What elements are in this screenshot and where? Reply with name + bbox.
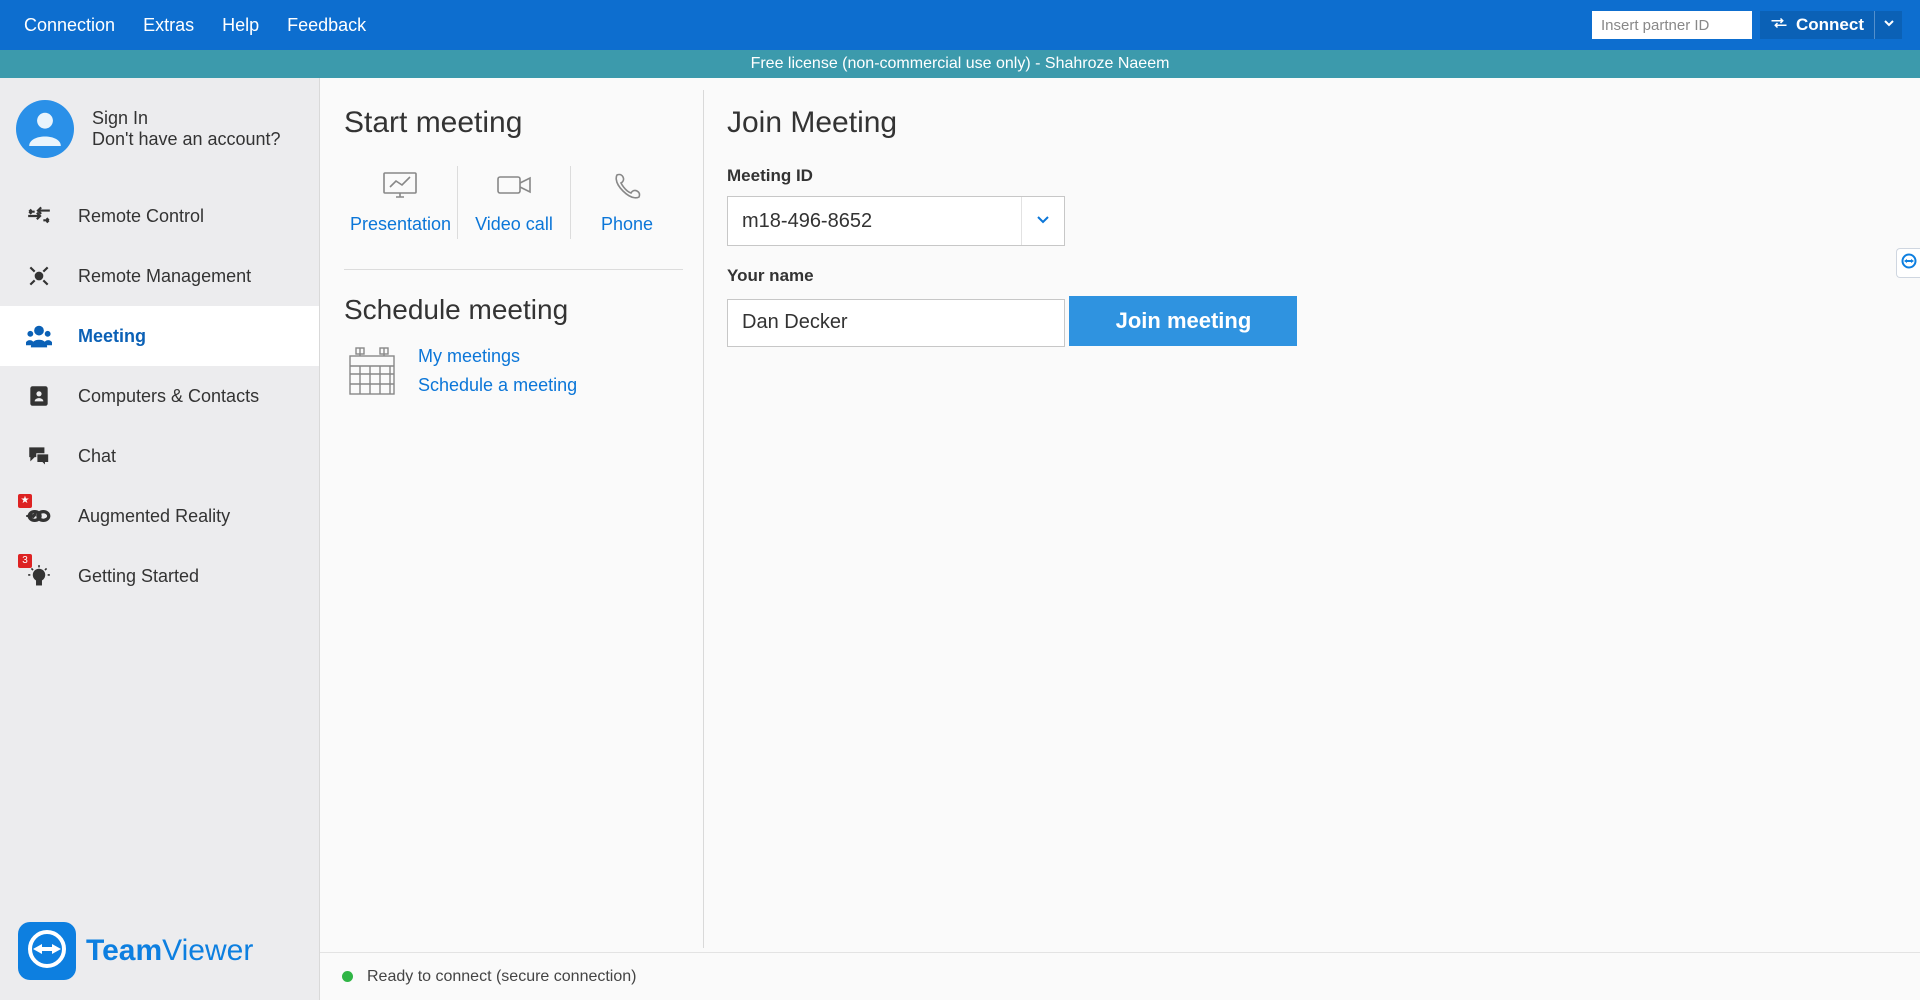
menu-extras[interactable]: Extras	[143, 15, 194, 36]
brand-bold: Team	[86, 934, 162, 967]
join-meeting-title: Join Meeting	[727, 106, 1900, 140]
new-badge: ★	[18, 494, 32, 508]
schedule-meeting-link[interactable]: Schedule a meeting	[418, 375, 577, 396]
sign-in-link[interactable]: Sign In	[92, 108, 281, 129]
menu-connection[interactable]: Connection	[24, 15, 115, 36]
start-presentation-label: Presentation	[350, 214, 451, 235]
divider	[344, 269, 683, 270]
menubar: Connection Extras Help Feedback Connect	[0, 0, 1920, 50]
start-phone-label: Phone	[601, 214, 653, 235]
your-name-label: Your name	[727, 266, 1900, 286]
schedule-block: My meetings Schedule a meeting	[344, 344, 683, 405]
count-badge: 3	[18, 554, 32, 568]
presentation-icon	[380, 169, 420, 206]
nav-label: Chat	[78, 446, 116, 467]
start-options: Presentation Video call Phone	[344, 166, 683, 239]
connect-button[interactable]: Connect	[1760, 11, 1874, 39]
nav-label: Remote Control	[78, 206, 204, 227]
start-presentation[interactable]: Presentation	[344, 166, 457, 239]
panel-join-meeting: Join Meeting Meeting ID Your name Join m…	[703, 78, 1920, 1000]
meeting-id-dropdown-button[interactable]	[1021, 197, 1064, 245]
menu-feedback[interactable]: Feedback	[287, 15, 366, 36]
partner-id-input[interactable]	[1592, 11, 1752, 39]
phone-icon	[607, 169, 647, 206]
no-account-link[interactable]: Don't have an account?	[92, 129, 281, 150]
arrows-icon	[24, 201, 54, 231]
panels: Start meeting Presentation Video call	[320, 78, 1920, 1000]
nav-computers-contacts[interactable]: Computers & Contacts	[0, 366, 319, 426]
start-video-call[interactable]: Video call	[457, 166, 570, 239]
schedule-links: My meetings Schedule a meeting	[418, 344, 577, 405]
nav-remote-management[interactable]: Remote Management	[0, 246, 319, 306]
menu-help[interactable]: Help	[222, 15, 259, 36]
status-dot-icon	[342, 971, 353, 982]
user-icon	[26, 108, 64, 151]
brand-name: TeamViewer	[86, 934, 253, 968]
teamviewer-logo-icon	[27, 929, 67, 974]
connect-dropdown-button[interactable]	[1874, 11, 1902, 39]
account-block: Sign In Don't have an account?	[0, 78, 319, 180]
teamviewer-mini-icon	[1901, 253, 1917, 274]
connect-button-label: Connect	[1796, 15, 1864, 35]
nav-augmented-reality[interactable]: ★ Augmented Reality	[0, 486, 319, 546]
sidebar: Sign In Don't have an account? Remote Co…	[0, 78, 320, 1000]
start-phone[interactable]: Phone	[570, 166, 683, 239]
chevron-down-icon	[1035, 211, 1051, 232]
account-text: Sign In Don't have an account?	[92, 108, 281, 150]
menubar-right: Connect	[1592, 11, 1902, 39]
status-text: Ready to connect (secure connection)	[367, 968, 636, 986]
join-meeting-button[interactable]: Join meeting	[1069, 296, 1297, 346]
meeting-id-combo	[727, 196, 1065, 246]
nav-getting-started[interactable]: 3 Getting Started	[0, 546, 319, 606]
side-panel-toggle[interactable]	[1896, 248, 1920, 278]
chat-icon	[24, 441, 54, 471]
brand-light: Viewer	[162, 934, 253, 967]
video-icon	[494, 169, 534, 206]
menubar-left: Connection Extras Help Feedback	[24, 15, 366, 36]
swap-arrows-icon	[1770, 15, 1788, 35]
nav-chat[interactable]: Chat	[0, 426, 319, 486]
people-icon	[24, 321, 54, 351]
my-meetings-link[interactable]: My meetings	[418, 346, 577, 367]
nav-remote-control[interactable]: Remote Control	[0, 186, 319, 246]
status-bar: Ready to connect (secure connection)	[320, 952, 1920, 1000]
address-book-icon	[24, 381, 54, 411]
meeting-id-input[interactable]	[728, 197, 1021, 245]
expand-icon	[24, 261, 54, 291]
nav-meeting[interactable]: Meeting	[0, 306, 319, 366]
schedule-meeting-title: Schedule meeting	[344, 294, 683, 326]
avatar[interactable]	[16, 100, 74, 158]
license-text: Free license (non-commercial use only) -…	[751, 55, 1170, 73]
your-name-input[interactable]	[727, 299, 1065, 347]
nav-label: Augmented Reality	[78, 506, 230, 527]
brand-logo	[18, 922, 76, 980]
brand: TeamViewer	[0, 922, 319, 1000]
nav-label: Remote Management	[78, 266, 251, 287]
nav-label: Computers & Contacts	[78, 386, 259, 407]
nav-label: Getting Started	[78, 566, 199, 587]
meeting-id-label: Meeting ID	[727, 166, 1900, 186]
start-video-call-label: Video call	[475, 214, 553, 235]
panel-start-meeting: Start meeting Presentation Video call	[320, 78, 703, 1000]
nav: Remote Control Remote Management Meeting…	[0, 186, 319, 606]
calendar-icon	[344, 344, 400, 405]
chevron-down-icon	[1883, 16, 1895, 34]
license-bar: Free license (non-commercial use only) -…	[0, 50, 1920, 78]
start-meeting-title: Start meeting	[344, 106, 683, 140]
nav-label: Meeting	[78, 326, 146, 347]
content: Sign In Don't have an account? Remote Co…	[0, 78, 1920, 1000]
